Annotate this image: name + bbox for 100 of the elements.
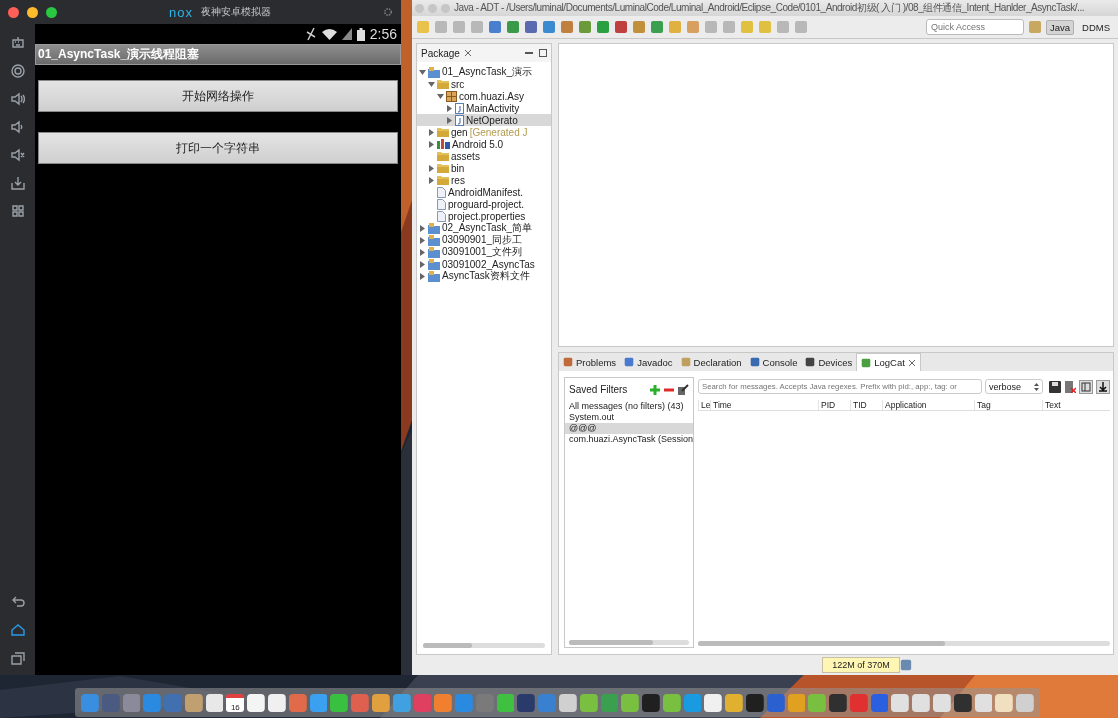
folder-icon bbox=[437, 163, 449, 173]
keyboard-icon[interactable] bbox=[10, 36, 25, 50]
collapsed-arrow-icon[interactable] bbox=[419, 248, 426, 256]
recent-apps-icon[interactable] bbox=[10, 651, 25, 665]
column-header[interactable]: Tag bbox=[974, 400, 1042, 410]
install-icon[interactable] bbox=[10, 176, 25, 190]
books-icon bbox=[437, 139, 450, 149]
filter-item[interactable]: System.out bbox=[565, 412, 693, 423]
column-header[interactable]: TID bbox=[850, 400, 882, 410]
toolbar-icon[interactable] bbox=[560, 20, 574, 34]
tree-item[interactable]: proguard-project. bbox=[417, 198, 551, 210]
tree-item[interactable]: 03091002_AsyncTas bbox=[417, 258, 551, 270]
app-button[interactable]: 开始网络操作 bbox=[38, 80, 398, 112]
perspective-button[interactable]: Java bbox=[1045, 19, 1074, 35]
filter-item[interactable]: All messages (no filters) (43) bbox=[565, 401, 693, 412]
close-icon[interactable] bbox=[907, 358, 916, 367]
edit-icon[interactable] bbox=[678, 384, 689, 395]
toolbar-icon[interactable] bbox=[650, 20, 664, 34]
collapsed-arrow-icon[interactable] bbox=[446, 116, 453, 124]
memory-indicator[interactable]: 122M of 370M bbox=[822, 657, 900, 673]
collapsed-arrow-icon[interactable] bbox=[428, 164, 435, 172]
grid-icon[interactable] bbox=[10, 204, 25, 218]
tree-item[interactable]: src bbox=[417, 78, 551, 90]
scroll-lock-icon[interactable] bbox=[1096, 379, 1110, 394]
log-level-dropdown[interactable]: verbose bbox=[985, 379, 1043, 394]
filter-item[interactable]: com.huazi.AsyncTask (Session bbox=[565, 434, 693, 445]
scrollbar[interactable] bbox=[698, 641, 1110, 646]
tree-item[interactable]: MainActivity bbox=[417, 102, 551, 114]
view-tab[interactable]: Console bbox=[745, 353, 802, 371]
scrollbar[interactable] bbox=[423, 643, 545, 648]
view-tab[interactable]: Problems bbox=[559, 353, 621, 371]
view-tab[interactable]: Devices bbox=[801, 353, 857, 371]
add-icon[interactable] bbox=[650, 384, 660, 395]
column-header[interactable]: Le bbox=[698, 400, 710, 410]
panel-toggle-icon[interactable] bbox=[1079, 379, 1093, 394]
tree-item[interactable]: 01_AsyncTask_演示 bbox=[417, 66, 551, 78]
column-header[interactable]: Time bbox=[710, 400, 818, 410]
perspective-button[interactable]: DDMS bbox=[1078, 19, 1114, 35]
minimize-button[interactable] bbox=[27, 6, 38, 18]
folder-icon bbox=[428, 258, 440, 270]
toolbar-icon[interactable] bbox=[488, 20, 502, 34]
tree-item[interactable]: Android 5.0 bbox=[417, 138, 551, 150]
view-tab[interactable]: Declaration bbox=[676, 353, 746, 371]
package-tab[interactable]: Package bbox=[421, 47, 460, 59]
close-icon[interactable] bbox=[463, 49, 472, 57]
maximize-icon[interactable] bbox=[539, 49, 547, 57]
minimize-icon[interactable] bbox=[525, 49, 533, 57]
tree-item[interactable]: 03090901_同步工 bbox=[417, 234, 551, 246]
view-tab[interactable]: Javadoc bbox=[620, 353, 677, 371]
toolbar-icon[interactable] bbox=[542, 20, 556, 34]
tree-item[interactable]: com.huazi.Asy bbox=[417, 90, 551, 102]
collapsed-arrow-icon[interactable] bbox=[428, 176, 435, 184]
collapsed-arrow-icon[interactable] bbox=[419, 260, 426, 268]
settings-icon[interactable] bbox=[383, 7, 393, 17]
tree-item[interactable]: 02_AsyncTask_简单 bbox=[417, 222, 551, 234]
filter-item[interactable]: @@@ bbox=[565, 423, 693, 434]
mute-icon[interactable] bbox=[10, 148, 25, 162]
save-icon[interactable] bbox=[1049, 380, 1061, 393]
perspective-icon[interactable] bbox=[1027, 20, 1042, 34]
toolbar-icon[interactable] bbox=[578, 20, 592, 34]
expanded-arrow-icon[interactable] bbox=[428, 80, 435, 88]
tree-item[interactable]: AsyncTask资料文件 bbox=[417, 270, 551, 282]
tree-item[interactable]: project.properties bbox=[417, 210, 551, 222]
tree-item[interactable]: gen [Generated J bbox=[417, 126, 551, 138]
tree-item[interactable]: NetOperato bbox=[417, 114, 551, 126]
toolbar-icon[interactable] bbox=[596, 20, 610, 34]
volume-down-icon[interactable] bbox=[10, 120, 25, 134]
scrollbar[interactable] bbox=[569, 640, 689, 645]
column-header[interactable]: Text bbox=[1042, 400, 1110, 410]
collapsed-arrow-icon[interactable] bbox=[428, 128, 435, 136]
collapsed-arrow-icon[interactable] bbox=[446, 104, 453, 112]
tree-item[interactable]: AndroidManifest. bbox=[417, 186, 551, 198]
collapsed-arrow-icon[interactable] bbox=[428, 140, 435, 148]
toolbar-icon[interactable] bbox=[614, 20, 628, 34]
column-header[interactable]: Application bbox=[882, 400, 974, 410]
clear-log-icon[interactable] bbox=[1064, 380, 1076, 393]
close-button[interactable] bbox=[8, 6, 19, 18]
volume-up-icon[interactable] bbox=[10, 92, 25, 106]
app-button[interactable]: 打印一个字符串 bbox=[38, 132, 398, 164]
expanded-arrow-icon[interactable] bbox=[437, 92, 444, 100]
tree-item[interactable]: bin bbox=[417, 162, 551, 174]
tree-item[interactable]: res bbox=[417, 174, 551, 186]
collapsed-arrow-icon[interactable] bbox=[419, 272, 426, 280]
home-icon[interactable] bbox=[10, 623, 25, 637]
toolbar-icon[interactable] bbox=[524, 20, 538, 34]
toolbar-icon[interactable] bbox=[506, 20, 520, 34]
quick-access-field[interactable]: Quick Access bbox=[925, 19, 1024, 35]
tree-item[interactable]: assets bbox=[417, 150, 551, 162]
toolbar-icon[interactable] bbox=[632, 20, 646, 34]
view-tab[interactable]: LogCat bbox=[856, 353, 921, 371]
collapsed-arrow-icon[interactable] bbox=[419, 236, 426, 244]
expanded-arrow-icon[interactable] bbox=[419, 68, 426, 76]
location-icon[interactable] bbox=[10, 64, 25, 78]
tree-item[interactable]: 03091001_文件列 bbox=[417, 246, 551, 258]
maximize-button[interactable] bbox=[46, 6, 57, 18]
toolbar-icon[interactable] bbox=[686, 20, 700, 34]
collapsed-arrow-icon[interactable] bbox=[419, 224, 426, 232]
column-header[interactable]: PID bbox=[818, 400, 850, 410]
file-icon bbox=[437, 198, 446, 210]
back-icon[interactable] bbox=[10, 595, 25, 609]
